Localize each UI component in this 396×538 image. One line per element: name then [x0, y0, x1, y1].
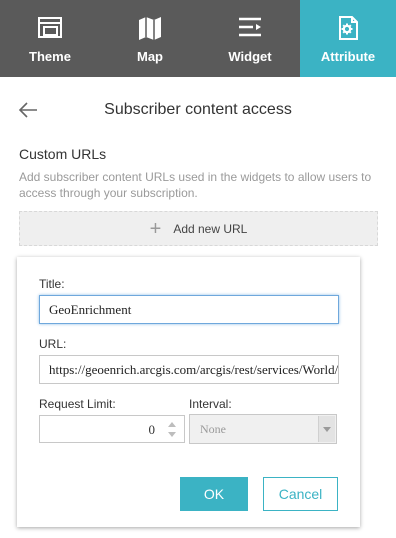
url-edit-panel: Title: GeoEnrichment URL: https://geoenr…: [17, 257, 360, 527]
interval-dropdown-button[interactable]: [318, 416, 335, 442]
custom-urls-title: Custom URLs: [19, 146, 107, 162]
add-new-url-button[interactable]: + Add new URL: [19, 211, 378, 246]
tab-attribute-label: Attribute: [320, 49, 376, 64]
theme-icon: [38, 17, 62, 38]
custom-urls-description: Add subscriber content URLs used in the …: [19, 170, 372, 200]
tab-map[interactable]: Map: [100, 0, 200, 77]
tab-theme[interactable]: Theme: [0, 0, 100, 77]
chevron-down-icon: [323, 427, 331, 432]
plus-icon: +: [149, 217, 162, 240]
add-new-url-label: Add new URL: [173, 221, 248, 236]
attribute-icon: [339, 16, 358, 40]
cancel-button[interactable]: Cancel: [263, 477, 338, 511]
title-input[interactable]: GeoEnrichment: [39, 295, 339, 324]
interval-value: None: [200, 422, 226, 436]
stepper-arrows[interactable]: [164, 416, 184, 442]
request-limit-stepper[interactable]: 0: [39, 415, 185, 443]
tab-map-label: Map: [137, 49, 163, 64]
tab-widget[interactable]: Widget: [200, 0, 300, 77]
page-title: Subscriber content access: [104, 101, 292, 118]
interval-label: Interval:: [189, 397, 232, 411]
request-limit-label: Request Limit:: [39, 397, 116, 411]
interval-select[interactable]: None: [189, 414, 337, 444]
stepper-down-icon[interactable]: [168, 432, 176, 437]
stepper-up-icon[interactable]: [168, 422, 176, 427]
map-icon: [139, 17, 161, 40]
url-input[interactable]: https://geoenrich.arcgis.com/arcgis/rest…: [39, 355, 339, 384]
top-tab-bar: Theme Map Widget Attribute: [0, 0, 396, 77]
widget-icon: [239, 17, 261, 37]
request-limit-value: 0: [148, 422, 156, 437]
tab-attribute[interactable]: Attribute: [300, 0, 396, 77]
title-field-label: Title:: [39, 277, 65, 291]
ok-button[interactable]: OK: [180, 477, 248, 511]
url-field-label: URL:: [39, 337, 67, 351]
tab-theme-label: Theme: [29, 49, 71, 64]
tab-widget-label: Widget: [228, 49, 272, 64]
